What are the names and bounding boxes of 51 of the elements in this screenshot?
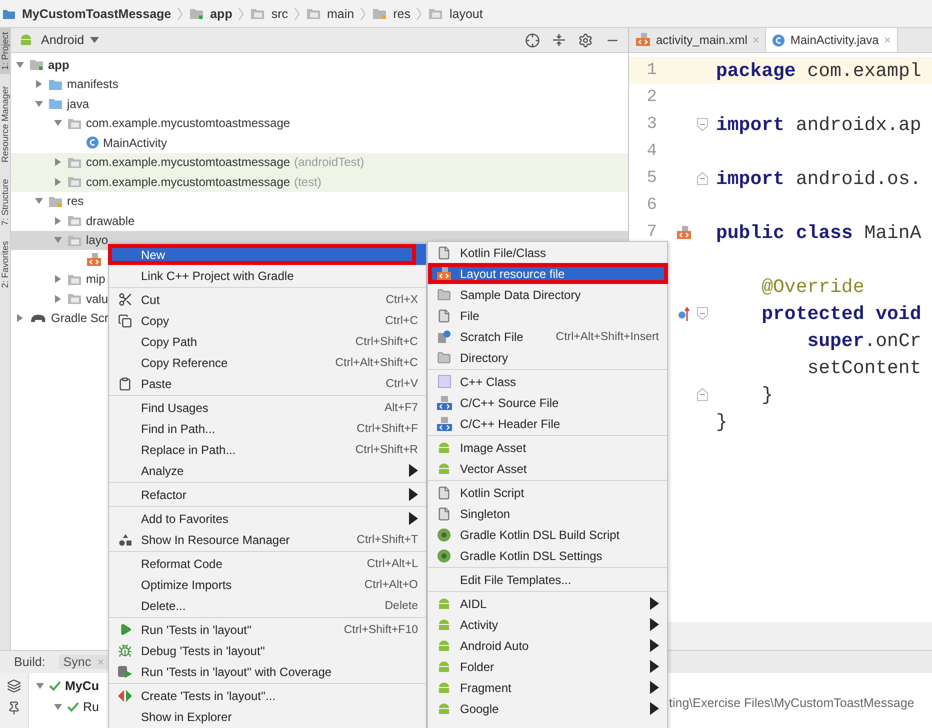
tree-label: drawable (86, 214, 135, 228)
shortcut-label: Ctrl+C (385, 314, 418, 326)
code-line: } (715, 410, 728, 432)
tree-label: mip (86, 272, 106, 286)
shortcut-label: Ctrl+Shift+C (355, 336, 418, 348)
scope-label: (androidTest) (294, 155, 364, 170)
code-line: protected void (760, 302, 922, 324)
code-line: setContent (806, 356, 922, 378)
line-number: 4 (646, 142, 658, 161)
tree-label: manifests (67, 77, 118, 92)
shortcut-label: Ctrl+Shift+R (355, 444, 418, 456)
code-line: super.onCr (806, 330, 922, 352)
tree-label: MainActivity (103, 136, 168, 150)
shortcut-label: Ctrl+Shift+F (356, 422, 418, 434)
shortcut-label: Ctrl+Shift+F10 (344, 624, 418, 636)
tree-label: valu (86, 292, 108, 306)
shortcut-label: Ctrl+Alt+L (366, 558, 418, 570)
tab-label: Sync (63, 655, 92, 669)
shortcut-label: Ctrl+X (386, 294, 418, 306)
shortcut-label: Alt+F7 (384, 402, 418, 414)
tree-label: java (67, 96, 90, 111)
tree-label: com.example.mycustomtoastmessage (86, 155, 290, 170)
scope-label: (test) (294, 174, 322, 189)
shortcut-label: Ctrl+Alt+Shift+Insert (556, 330, 659, 342)
shortcut-label: Delete (384, 600, 418, 612)
tree-label: Gradle Scr (51, 311, 108, 326)
code-line: import androidx.ap (715, 114, 922, 136)
line-number: 5 (646, 169, 658, 188)
code-line: @Override (760, 276, 864, 298)
panel-title: Build: (14, 655, 46, 669)
shortcut-label: Ctrl+Alt+O (364, 578, 418, 590)
code-line: public class MainA (715, 222, 922, 244)
shortcut-label: Ctrl+Alt+Shift+C (335, 356, 418, 368)
tree-label: layo (86, 233, 108, 248)
line-number: 7 (646, 223, 658, 242)
line-number: 3 (646, 115, 658, 134)
line-number: 2 (646, 88, 658, 107)
tree-label: res (67, 194, 84, 208)
tree-label: app (48, 58, 70, 72)
build-output: ting\Exercise Files\MyCustomToastMessage (669, 696, 914, 710)
code-line: package com.exampl (715, 60, 922, 82)
tree-label: com.example.mycustomtoastmessage (86, 174, 290, 189)
tree-label: com.example.mycustomtoastmessage (86, 116, 290, 130)
tab-label: activity_main.xml (656, 33, 748, 47)
line-number: 6 (646, 196, 658, 215)
shortcut-label: Ctrl+V (386, 378, 418, 390)
code-line: } (760, 384, 774, 406)
shortcut-label: Ctrl+Shift+T (356, 534, 418, 546)
tab-label: MainActivity.java (790, 33, 879, 47)
code-line: import android.os. (715, 168, 922, 190)
line-number: 1 (646, 61, 658, 80)
